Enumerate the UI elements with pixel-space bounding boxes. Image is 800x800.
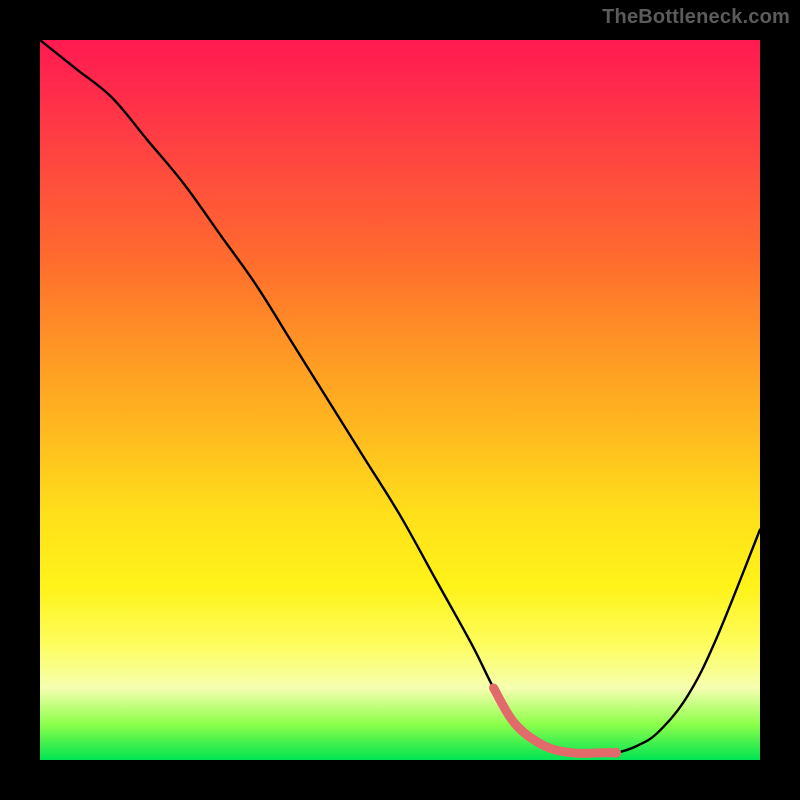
- optimal-range-highlight: [494, 688, 616, 753]
- watermark-text: TheBottleneck.com: [602, 6, 790, 29]
- bottleneck-curve: [40, 40, 760, 753]
- plot-area: [40, 40, 760, 760]
- curve-layer: [40, 40, 760, 760]
- optimal-range-end-dot: [611, 748, 621, 758]
- chart-frame: TheBottleneck.com: [0, 0, 800, 800]
